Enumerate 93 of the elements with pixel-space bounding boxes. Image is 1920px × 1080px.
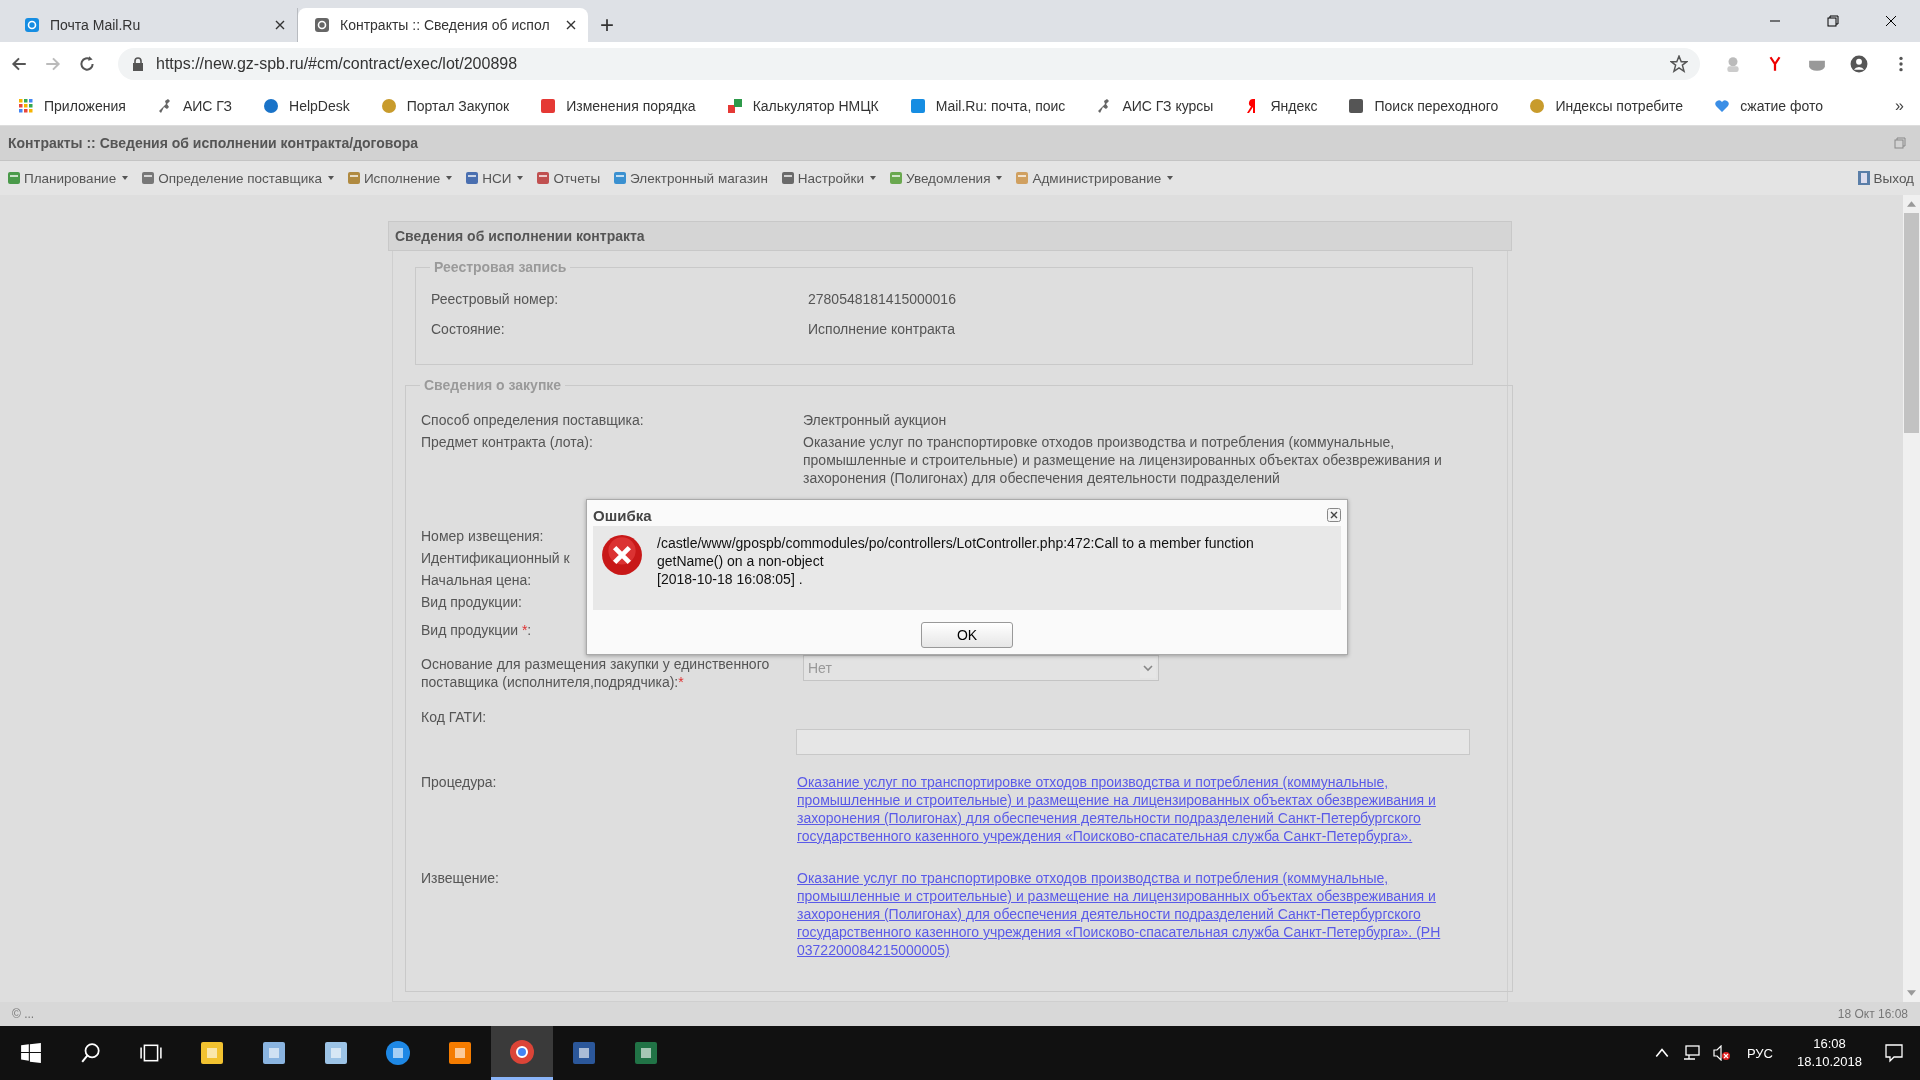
panel-header: Сведения об исполнении контракта	[388, 221, 1512, 251]
back-arrow-icon[interactable]	[10, 55, 28, 73]
menu-item[interactable]: НСИ	[464, 170, 524, 186]
input-field[interactable]	[796, 729, 1470, 755]
field-label: Идентификационный к	[420, 549, 570, 567]
logout-button[interactable]: Выход	[1855, 170, 1914, 186]
search-icon[interactable]	[80, 1042, 102, 1064]
task-view-icon[interactable]	[140, 1042, 162, 1064]
language-indicator[interactable]: РУС	[1746, 1045, 1773, 1061]
close-icon[interactable]	[1885, 15, 1897, 27]
ok-button[interactable]: OK	[921, 622, 1013, 648]
notifications-icon[interactable]	[1884, 1043, 1904, 1063]
clock[interactable]: 16:08 18.10.2018	[1796, 1035, 1862, 1071]
menu-item[interactable]: Определение поставщика	[140, 170, 334, 186]
close-icon[interactable]	[1327, 508, 1341, 522]
square-icon	[540, 97, 557, 114]
menu-item[interactable]: Отчеты	[535, 170, 601, 186]
error-icon	[601, 534, 643, 576]
bookmark[interactable]: Яндекс	[1244, 97, 1318, 114]
error-message: /castle/www/gpospb/commodules/po/controllers/LotController.php:472:Call to a member function getName() on a non-object	[657, 534, 1255, 570]
caret-icon	[327, 176, 334, 180]
blocks-icon	[726, 97, 743, 114]
emblem-icon	[380, 97, 397, 114]
bookmark[interactable]: Индексы потребите	[1529, 97, 1684, 114]
globe-icon	[263, 97, 280, 114]
caret-icon	[517, 176, 524, 180]
error-timestamp: [2018-10-18 16:08:05] .	[657, 570, 803, 588]
bookmark[interactable]: Калькулятор НМЦК	[726, 97, 879, 114]
more-bookmarks-button[interactable]: »	[1889, 95, 1910, 116]
address-bar[interactable]: https://new.gz-spb.ru/#cm/contract/exec/lot/200898	[118, 48, 1700, 80]
chrome-icon	[508, 1037, 536, 1066]
field-value: Исполнение контракта	[808, 320, 957, 338]
field-label: Номер извещения:	[420, 527, 544, 545]
lock-icon	[132, 57, 144, 71]
caret-icon	[122, 176, 129, 180]
profile-icon[interactable]	[1850, 55, 1868, 73]
apps-grid-icon	[18, 97, 34, 114]
muted-speaker-icon[interactable]	[1712, 1045, 1731, 1061]
caret-icon	[446, 176, 453, 180]
field-label: Процедура:	[420, 773, 497, 791]
bookmark[interactable]: АИС ГЗ	[156, 97, 233, 114]
emblem-icon	[1529, 97, 1546, 114]
procedure-link[interactable]: Оказание услуг по транспортировке отходов производства и потребления (коммунальные, промышленные и строительные) и размещение на лицензированных объектах обезвреживания и захоронения (Полигонах) для обеспечения деятельности подразделений Санкт-Петербургского государственного казенного учреждения «Поисково-спасательная служба Санкт-Петербурга». (РН 0372200084215000005)	[797, 869, 1465, 959]
heart-icon	[1714, 97, 1731, 114]
menu-item[interactable]: Планирование	[6, 170, 129, 186]
field-label: Вид продукции:	[420, 593, 522, 611]
bookmark[interactable]: Изменения порядка	[540, 97, 696, 114]
close-icon[interactable]	[275, 20, 285, 30]
caret-icon	[870, 176, 877, 180]
browser-tab[interactable]: Контракты :: Сведения об испол	[298, 8, 588, 42]
section-legend: Реестровая запись	[430, 259, 571, 275]
bookmark[interactable]: АИС ГЗ курсы	[1096, 97, 1214, 114]
field-label: Вид продукции *:	[420, 621, 532, 639]
network-icon[interactable]	[1682, 1045, 1701, 1061]
bookmark[interactable]: Портал Закупок	[380, 97, 510, 114]
close-icon[interactable]	[566, 20, 576, 30]
field-value: 2780548181415000016	[808, 290, 957, 308]
field-label: Реестровый номер:	[430, 290, 559, 308]
field-label: Состояние:	[430, 320, 505, 338]
caret-icon	[1167, 176, 1174, 180]
field-label: Извещение:	[420, 869, 499, 887]
scroll-thumb[interactable]	[1904, 213, 1919, 433]
status-text: © ...	[12, 1007, 35, 1021]
field-label: Способ определения поставщика:	[420, 411, 644, 429]
star-icon[interactable]	[1670, 55, 1688, 73]
menu-item[interactable]: Настройки	[779, 170, 877, 186]
menu-item[interactable]: Исполнение	[345, 170, 453, 186]
bookmark[interactable]: Приложения	[18, 97, 126, 114]
windows-start-icon[interactable]	[20, 1042, 42, 1064]
field-label: Предмет контракта (лота):	[420, 433, 593, 451]
status-datetime: 18 Окт 16:08	[1837, 1007, 1908, 1021]
section-legend: Сведения о закупке	[420, 377, 566, 393]
field-value: Оказание услуг по транспортировке отходов производства и потребления (коммунальные, промышленные и строительные) и размещение на лицензированных объектах обезвреживания и захоронения (Полигонах) для обеспечения деятельности подразделений	[803, 433, 1443, 487]
restore-icon[interactable]	[1827, 15, 1839, 27]
reload-icon[interactable]	[78, 55, 96, 73]
procedure-link[interactable]: Оказание услуг по транспортировке отходов производства и потребления (коммунальные, промышленные и строительные) и размещение на лицензированных объектах обезвреживания и захоронения (Полигонах) для обеспечения деятельности подразделений Санкт-Петербургского государственного казенного учреждения «Поисково-спасательная служба Санкт-Петербурга».	[797, 773, 1465, 845]
field-label: Код ГАТИ:	[420, 709, 487, 725]
bookmark[interactable]: HelpDesk	[263, 97, 350, 114]
new-tab-button[interactable]: +	[588, 8, 626, 42]
menu-item[interactable]: Уведомления	[888, 170, 1003, 186]
menu-item[interactable]: Администрирование	[1014, 170, 1174, 186]
menu-item[interactable]: Электронный магазин	[612, 170, 768, 186]
door-icon	[1855, 170, 1872, 186]
bookmark[interactable]: Mail.Ru: почта, поис	[909, 97, 1066, 114]
bookmark[interactable]: сжатие фото	[1714, 97, 1824, 114]
caret-icon	[996, 176, 1003, 180]
field-label: Начальная цена:	[420, 571, 532, 589]
bookmark[interactable]: Поиск переходного	[1348, 97, 1499, 114]
field-value: Электронный аукцион	[803, 411, 948, 429]
scrollbar[interactable]	[1903, 195, 1920, 1002]
dialog-title: Ошибка	[593, 506, 652, 524]
field-label: Основание для размещения закупки у единственного поставщика (исполнителя,подрядчика):*	[420, 655, 771, 691]
page-title: Контракты :: Сведения об исполнении контракта/договора	[8, 135, 419, 151]
